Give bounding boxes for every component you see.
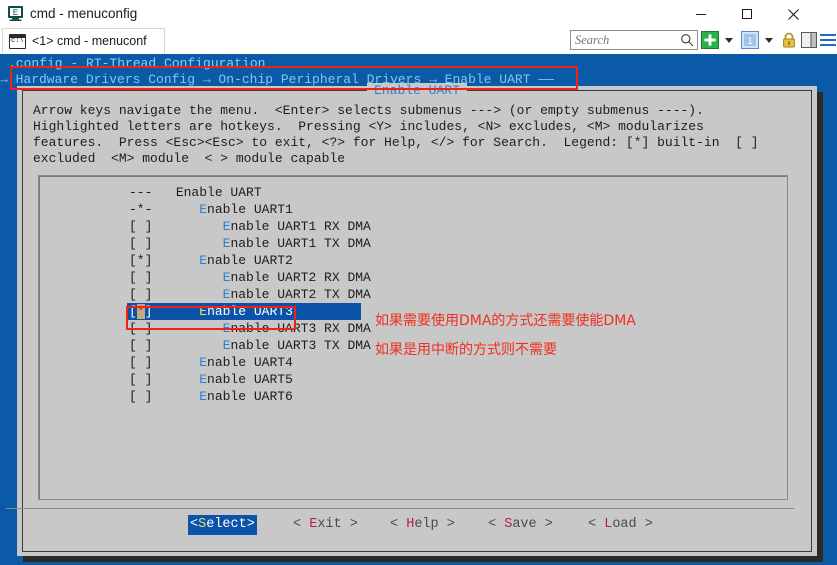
button-hotkey: S (198, 517, 206, 532)
pane-number-icon[interactable]: 1 (740, 30, 760, 50)
menu-item-label: nable UART2 TX DMA (230, 287, 370, 302)
svg-text:1: 1 (747, 36, 753, 47)
menu-item-indent (152, 355, 199, 370)
menu-item-label: nable UART3 (207, 304, 293, 319)
menu-item-row[interactable]: --- Enable UART (39, 184, 787, 201)
menu-item-tag: [ ] (129, 321, 152, 336)
button-hotkey: H (406, 517, 414, 532)
maximize-button[interactable] (724, 0, 770, 28)
menu-item-label: nable UART1 (207, 202, 293, 217)
lock-icon[interactable] (780, 30, 798, 50)
menu-rows: --- Enable UART-*- Enable UART1[ ] Enabl… (39, 184, 787, 405)
annotation-line-2: 如果是用中断的方式则不需要 (375, 341, 557, 360)
menu-item-label: nable UART5 (207, 372, 293, 387)
menu-item-tag: [ ] (129, 372, 152, 387)
new-tab-dropdown-caret-icon[interactable] (722, 30, 736, 50)
console-monitor-icon: E (7, 5, 24, 22)
menu-item-label: Enable UART (176, 185, 262, 200)
window-titlebar: E cmd - menuconfig (0, 0, 837, 28)
dialog-help-text: Arrow keys navigate the menu. <Enter> se… (33, 103, 793, 167)
menu-item-row[interactable]: [*] Enable UART2 (39, 252, 787, 269)
menu-item-hotkey: E (199, 372, 207, 387)
hamburger-menu-icon[interactable] (820, 30, 836, 50)
tab-label: <1> cmd - menuconf (32, 34, 147, 48)
exit-button[interactable]: < Exit > (293, 515, 358, 535)
menu-item-indent (152, 219, 222, 234)
menu-item-label: nable UART1 TX DMA (230, 236, 370, 251)
menu-item-tag: [*] (129, 304, 152, 319)
annotation-line-1: 如果需要使用DMA的方式还需要使能DMA (375, 312, 636, 331)
close-button[interactable] (770, 0, 816, 28)
button-hotkey: L (604, 517, 612, 532)
menu-item-tag: -*- (129, 202, 152, 217)
button-bar-separator (6, 508, 794, 509)
minimize-button[interactable] (678, 0, 724, 28)
search-box[interactable] (570, 30, 698, 50)
cmd-console-icon (9, 34, 26, 49)
tab-strip: <1> cmd - menuconf (0, 28, 837, 54)
menu-item-row[interactable]: [ ] Enable UART6 (39, 388, 787, 405)
svg-text:E: E (13, 8, 18, 17)
menu-item-row[interactable]: [ ] Enable UART1 TX DMA (39, 235, 787, 252)
menu-item-hotkey: E (199, 389, 207, 404)
menu-item-tag: [ ] (129, 355, 152, 370)
menu-item-indent (152, 372, 199, 387)
app-root: E cmd - menuconfig <1> cmd - menuconf (0, 0, 837, 565)
menu-list-box[interactable]: --- Enable UART-*- Enable UART1[ ] Enabl… (38, 175, 788, 500)
menu-item-indent (152, 321, 222, 336)
menu-item-indent (152, 304, 199, 319)
search-icon[interactable] (680, 33, 694, 47)
menu-item-tag: [ ] (129, 338, 152, 353)
menu-item-indent (152, 270, 222, 285)
menu-item-indent (152, 236, 222, 251)
menu-item-row[interactable]: [ ] Enable UART2 RX DMA (39, 269, 787, 286)
menu-item-tag: [ ] (129, 236, 152, 251)
menu-item-indent (152, 287, 222, 302)
menu-item-hotkey: E (199, 202, 207, 217)
menu-item-hotkey: E (199, 355, 207, 370)
menu-item-row[interactable]: -*- Enable UART1 (39, 201, 787, 218)
menu-item-label: nable UART2 RX DMA (230, 270, 370, 285)
new-tab-plus-icon[interactable] (700, 30, 720, 50)
menu-item-label: nable UART6 (207, 389, 293, 404)
menu-item-tag: [ ] (129, 389, 152, 404)
menu-item-hotkey: E (199, 304, 207, 319)
cursor-block: * (137, 304, 145, 319)
terminal-header-line: .config - RT-Thread Configuration (8, 56, 265, 72)
menu-item-label: nable UART1 RX DMA (230, 219, 370, 234)
menu-item-indent (152, 253, 199, 268)
load-button[interactable]: < Load > (588, 515, 653, 535)
menu-item-tag: [ ] (129, 219, 152, 234)
menu-item-label: nable UART4 (207, 355, 293, 370)
menu-item-label: nable UART3 TX DMA (230, 338, 370, 353)
menu-item-row[interactable]: [ ] Enable UART5 (39, 371, 787, 388)
dialog-button-bar: <Select> < Exit > < Help > < Save > < Load > (38, 515, 788, 545)
menu-item-indent (152, 185, 175, 200)
menu-item-tag: --- (129, 185, 152, 200)
dialog-title: Enable UART (23, 83, 811, 98)
button-hotkey: S (504, 517, 512, 532)
menu-item-tag: [ ] (129, 287, 152, 302)
window-title: cmd - menuconfig (30, 4, 137, 23)
menu-item-indent (152, 389, 199, 404)
menu-item-row[interactable]: [ ] Enable UART1 RX DMA (39, 218, 787, 235)
tab-cmd-menuconfig[interactable]: <1> cmd - menuconf (2, 28, 165, 53)
menu-item-row[interactable]: [*] Enable UART3 (127, 303, 361, 320)
search-input[interactable] (575, 31, 675, 49)
menu-item-row[interactable]: [ ] Enable UART2 TX DMA (39, 286, 787, 303)
menu-item-label: nable UART3 RX DMA (230, 321, 370, 336)
menu-item-tag: [ ] (129, 270, 152, 285)
help-button[interactable]: < Help > (390, 515, 455, 535)
menu-item-label: nable UART2 (207, 253, 293, 268)
menu-item-indent (152, 202, 199, 217)
split-pane-icon[interactable] (800, 30, 818, 50)
menu-item-tag: [*] (129, 253, 152, 268)
menu-item-hotkey: E (199, 253, 207, 268)
select-button[interactable]: <Select> (188, 515, 257, 535)
button-hotkey: E (309, 517, 317, 532)
pane-dropdown-caret-icon[interactable] (762, 30, 776, 50)
save-button[interactable]: < Save > (488, 515, 553, 535)
menu-item-indent (152, 338, 222, 353)
